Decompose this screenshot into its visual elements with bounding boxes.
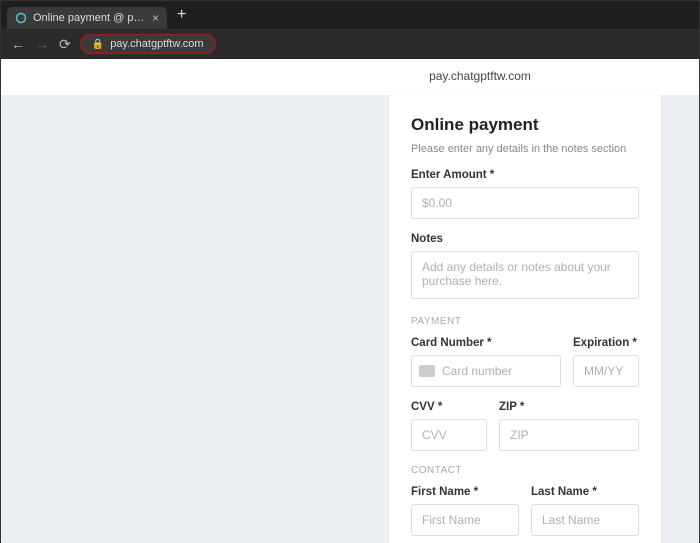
notes-label: Notes: [411, 233, 639, 245]
favicon-icon: [15, 12, 27, 24]
zip-label: ZIP *: [499, 401, 639, 413]
close-tab-icon[interactable]: ×: [152, 11, 159, 25]
back-icon[interactable]: ←: [11, 36, 25, 52]
address-bar: ← → ⟳ 🔒 pay.chatgptftw.com: [1, 29, 699, 59]
payment-card: Online payment Please enter any details …: [389, 95, 661, 543]
browser-tab[interactable]: Online payment @ pay.chatgptft ×: [7, 7, 167, 29]
url-text: pay.chatgptftw.com: [110, 38, 203, 50]
zip-input[interactable]: [499, 419, 639, 451]
page-subtext: Please enter any details in the notes se…: [411, 143, 639, 155]
last-name-input[interactable]: [531, 504, 639, 536]
amount-input[interactable]: [411, 187, 639, 219]
reload-icon[interactable]: ⟳: [59, 36, 71, 53]
first-name-label: First Name *: [411, 486, 519, 498]
page-title: Online payment: [411, 115, 639, 135]
new-tab-button[interactable]: +: [177, 6, 186, 24]
card-number-label: Card Number *: [411, 337, 561, 349]
contact-section-head: CONTACT: [411, 465, 639, 476]
url-box[interactable]: 🔒 pay.chatgptftw.com: [81, 35, 215, 53]
site-domain-text: pay.chatgptftw.com: [429, 69, 531, 83]
notes-textarea[interactable]: [411, 251, 639, 299]
page-viewport: pay.chatgptftw.com Online payment Please…: [1, 59, 699, 543]
expiration-label: Expiration *: [573, 337, 639, 349]
forward-icon[interactable]: →: [35, 36, 49, 52]
tab-title: Online payment @ pay.chatgptft: [33, 12, 146, 24]
expiration-input[interactable]: [573, 355, 639, 387]
site-header: pay.chatgptftw.com: [1, 59, 699, 95]
amount-label: Enter Amount *: [411, 169, 639, 181]
last-name-label: Last Name *: [531, 486, 639, 498]
payment-section-head: PAYMENT: [411, 316, 639, 327]
credit-card-icon: [419, 365, 435, 377]
browser-chrome: Online payment @ pay.chatgptft × + ← → ⟳…: [1, 1, 699, 59]
first-name-input[interactable]: [411, 504, 519, 536]
cvv-label: CVV *: [411, 401, 487, 413]
cvv-input[interactable]: [411, 419, 487, 451]
lock-icon: 🔒: [92, 39, 104, 50]
tab-bar: Online payment @ pay.chatgptft × +: [1, 1, 699, 29]
